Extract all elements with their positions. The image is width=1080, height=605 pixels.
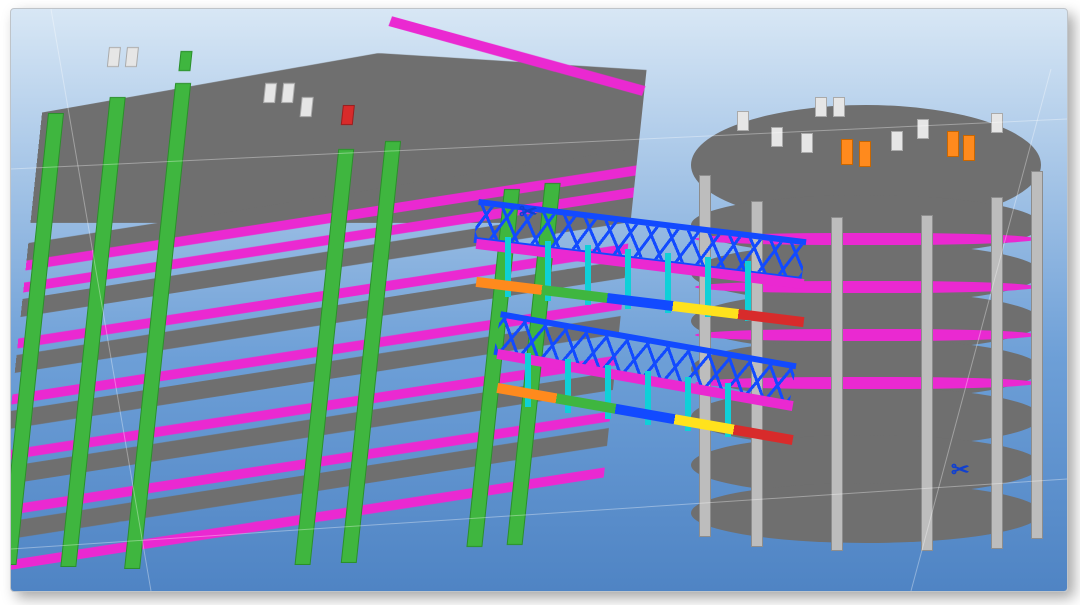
roof-stub[interactable] — [125, 47, 139, 67]
model-viewport-frame: ✂ ✂ — [10, 8, 1068, 592]
link-bridges[interactable] — [475, 219, 825, 429]
roof-stub[interactable] — [833, 97, 845, 117]
roof-stub[interactable] — [963, 135, 975, 161]
column[interactable] — [991, 197, 1003, 549]
roof-stub[interactable] — [991, 113, 1003, 133]
roof-stub[interactable] — [263, 83, 277, 103]
roof-stub[interactable] — [737, 111, 749, 131]
column[interactable] — [1031, 171, 1043, 539]
roof-stub[interactable] — [107, 47, 121, 67]
roof-stub[interactable] — [917, 119, 929, 139]
roof-stub[interactable] — [300, 97, 314, 117]
column[interactable] — [921, 215, 933, 551]
model-viewport[interactable]: ✂ ✂ — [11, 9, 1067, 591]
column[interactable] — [831, 217, 843, 551]
roof-stub[interactable] — [771, 127, 783, 147]
roof-stub[interactable] — [341, 105, 355, 125]
roof-stub[interactable] — [859, 141, 871, 167]
roof-stub[interactable] — [178, 51, 192, 71]
round-slab[interactable] — [691, 483, 1041, 543]
roof-stub[interactable] — [815, 97, 827, 117]
roof-stub[interactable] — [947, 131, 959, 157]
roof-stub[interactable] — [841, 139, 853, 165]
roof-stub[interactable] — [891, 131, 903, 151]
roof-stub[interactable] — [281, 83, 295, 103]
roof-stub[interactable] — [801, 133, 813, 153]
